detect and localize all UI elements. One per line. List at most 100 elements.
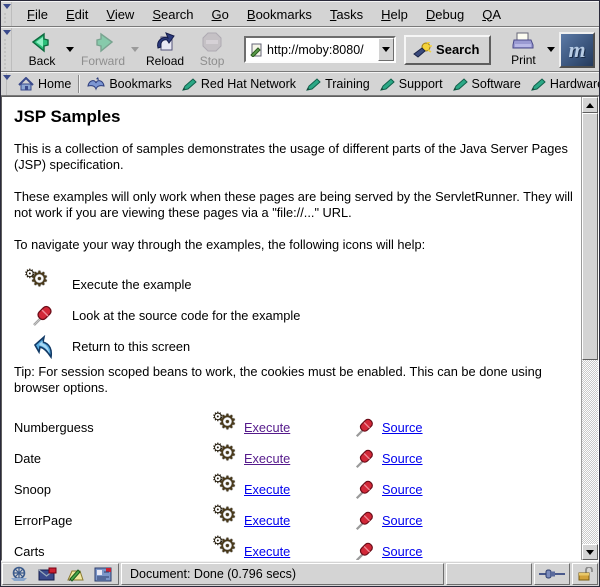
personal-item-label: Bookmarks <box>109 77 172 91</box>
personal-item-label: Home <box>38 77 71 91</box>
browser-content-area: JSP Samples This is a collection of samp… <box>1 96 599 561</box>
pen-icon <box>182 78 197 91</box>
personal-item-software[interactable]: Software <box>448 75 526 93</box>
scroll-down-button[interactable] <box>582 544 598 560</box>
samples-table: Numberguess ⚙⚙ Execute Source Date ⚙⚙ Ex… <box>14 412 573 560</box>
screwdriver-icon <box>354 510 376 532</box>
stop-label: Stop <box>200 54 225 68</box>
security-indicator[interactable] <box>572 563 598 585</box>
reload-label: Reload <box>146 54 184 68</box>
source-link[interactable]: Source <box>382 513 423 529</box>
menu-file[interactable]: File <box>18 3 57 26</box>
personal-item-support[interactable]: Support <box>375 75 448 93</box>
search-button[interactable]: Search <box>404 35 491 65</box>
sample-name: Numberguess <box>14 420 214 436</box>
gears-icon: ⚙⚙ <box>26 272 60 298</box>
scrollbar-track[interactable] <box>582 360 598 544</box>
table-row: Date ⚙⚙ Execute Source <box>14 443 573 474</box>
menu-search-label: Search <box>152 7 193 22</box>
screwdriver-icon <box>354 479 376 501</box>
scrollbar-thumb[interactable] <box>582 113 598 360</box>
execute-link[interactable]: Execute <box>244 451 290 467</box>
source-link[interactable]: Source <box>382 544 423 560</box>
legend-text: Return to this screen <box>72 339 190 355</box>
personal-item-label: Support <box>399 77 443 91</box>
stop-button[interactable]: Stop <box>190 29 234 70</box>
sample-name: Carts <box>14 544 214 560</box>
reload-button[interactable]: Reload <box>142 29 188 70</box>
screwdriver-icon <box>354 417 376 439</box>
pen-icon <box>453 78 468 91</box>
screwdriver-icon <box>26 304 60 328</box>
flashlight-icon <box>412 42 432 58</box>
personal-item-home[interactable]: Home <box>13 75 76 93</box>
personal-item-label: Hardware <box>550 77 599 91</box>
table-row: ErrorPage ⚙⚙ Execute Source <box>14 505 573 536</box>
back-dropdown-arrow[interactable] <box>66 29 75 70</box>
menu-qa[interactable]: QA <box>473 3 510 26</box>
personal-item-label: Training <box>325 77 370 91</box>
toolbar-separator <box>78 75 80 93</box>
composer-icon[interactable] <box>66 567 85 582</box>
execute-link[interactable]: Execute <box>244 482 290 498</box>
print-button[interactable]: Print <box>501 29 545 70</box>
online-indicator[interactable] <box>534 563 570 585</box>
status-message: Document: Done (0.796 secs) <box>121 563 444 585</box>
menu-edit-label: Edit <box>66 7 88 22</box>
mozilla-logo-throbber[interactable]: m <box>559 32 595 68</box>
toolbar-grippy[interactable] <box>1 28 12 71</box>
navigator-icon[interactable] <box>9 566 29 582</box>
url-input[interactable] <box>267 43 378 57</box>
menu-debug[interactable]: Debug <box>417 3 473 26</box>
home-icon <box>18 77 34 91</box>
source-link[interactable]: Source <box>382 420 423 436</box>
execute-link[interactable]: Execute <box>244 513 290 529</box>
sample-name: ErrorPage <box>14 513 214 529</box>
url-dropdown-button[interactable] <box>378 38 394 61</box>
gears-icon: ⚙⚙ <box>214 446 240 472</box>
status-text: Document: Done (0.796 secs) <box>130 567 296 581</box>
intro-paragraph: This is a collection of samples demonstr… <box>14 141 573 173</box>
source-link[interactable]: Source <box>382 451 423 467</box>
menu-bookmarks[interactable]: Bookmarks <box>238 3 321 26</box>
source-link[interactable]: Source <box>382 482 423 498</box>
back-button[interactable]: Back <box>20 29 64 70</box>
menu-help[interactable]: Help <box>372 3 417 26</box>
sample-name: Date <box>14 451 214 467</box>
menu-search[interactable]: Search <box>143 3 202 26</box>
forward-button[interactable]: Forward <box>77 29 129 70</box>
back-label: Back <box>29 54 56 68</box>
menu-go[interactable]: Go <box>203 3 238 26</box>
scroll-up-button[interactable] <box>582 97 598 113</box>
mail-icon[interactable] <box>38 567 57 582</box>
personal-item-training[interactable]: Training <box>301 75 375 93</box>
gears-icon: ⚙⚙ <box>214 477 240 503</box>
gears-icon: ⚙⚙ <box>214 508 240 534</box>
menu-bookmarks-label: Bookmarks <box>247 7 312 22</box>
stop-icon <box>202 32 222 53</box>
jsp-samples-page: JSP Samples This is a collection of samp… <box>2 97 581 560</box>
pen-icon <box>380 78 395 91</box>
forward-dropdown-arrow[interactable] <box>131 29 140 70</box>
component-bar <box>2 563 119 585</box>
execute-link[interactable]: Execute <box>244 420 290 436</box>
toolbar-grippy[interactable] <box>1 73 7 95</box>
personal-item-hardware[interactable]: Hardware <box>526 75 599 93</box>
menu-view[interactable]: View <box>97 3 143 26</box>
execute-link[interactable]: Execute <box>244 544 290 560</box>
menu-edit[interactable]: Edit <box>57 3 97 26</box>
navigate-note-paragraph: To navigate your way through the example… <box>14 237 573 253</box>
menu-tasks[interactable]: Tasks <box>321 3 372 26</box>
vertical-scrollbar[interactable] <box>581 97 598 560</box>
personal-item-bookmarks[interactable]: Bookmarks <box>82 75 177 93</box>
search-button-label: Search <box>436 42 479 57</box>
address-book-icon[interactable] <box>94 567 112 582</box>
status-bar: Document: Done (0.796 secs) <box>1 561 599 586</box>
unlock-icon <box>577 567 593 581</box>
toolbar-grippy[interactable] <box>1 2 12 26</box>
plug-icon <box>539 568 565 580</box>
page-title: JSP Samples <box>14 109 573 125</box>
personal-toolbar: Home Bookmarks Red Hat Network Training … <box>1 72 599 96</box>
print-dropdown-arrow[interactable] <box>547 29 556 70</box>
personal-item-red-hat-network[interactable]: Red Hat Network <box>177 75 301 93</box>
